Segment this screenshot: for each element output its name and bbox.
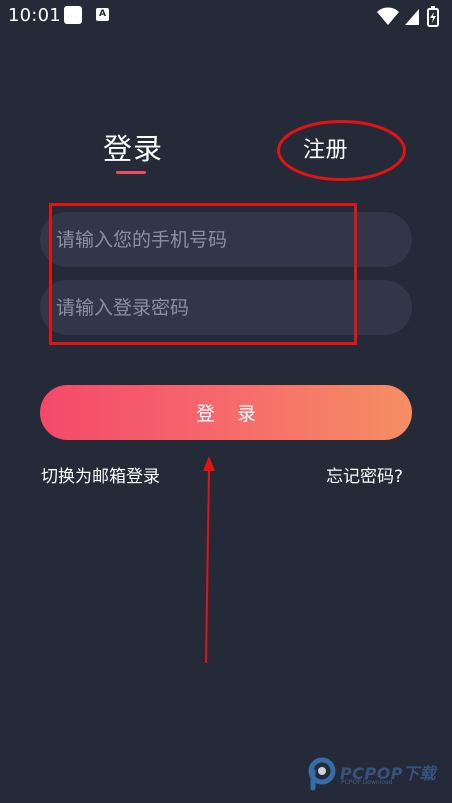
phone-input[interactable]	[40, 212, 412, 267]
password-field[interactable]	[40, 280, 412, 335]
status-bar: 10:01 A	[0, 0, 452, 32]
password-input[interactable]	[40, 280, 412, 335]
cellular-signal-icon	[405, 9, 419, 25]
battery-charging-icon	[427, 6, 439, 27]
tab-register[interactable]: 注册	[303, 132, 348, 164]
status-time: 10:01	[8, 5, 61, 26]
pcpop-logo-icon	[308, 757, 336, 791]
forgot-password-link[interactable]: 忘记密码?	[326, 462, 403, 487]
annotation-arrow	[203, 456, 215, 664]
a-notification-icon: A	[96, 8, 109, 21]
login-screen: 10:01 A 登录 注册 登 录 切换为邮箱登录 忘记密码?	[0, 0, 452, 803]
active-tab-indicator	[116, 171, 146, 174]
watermark-brand: PCPOP下载	[340, 764, 437, 783]
watermark-subtitle: PCPOP Download	[341, 779, 393, 786]
wifi-icon	[377, 7, 399, 25]
system-status-icons	[377, 6, 439, 27]
login-button[interactable]: 登 录	[40, 385, 412, 440]
tab-login[interactable]: 登录	[103, 126, 163, 168]
square-notification-icon	[64, 6, 82, 24]
phone-field[interactable]	[40, 212, 412, 267]
watermark: PCPOP下载 PCPOP Download	[306, 754, 446, 794]
switch-email-login-link[interactable]: 切换为邮箱登录	[41, 462, 160, 487]
